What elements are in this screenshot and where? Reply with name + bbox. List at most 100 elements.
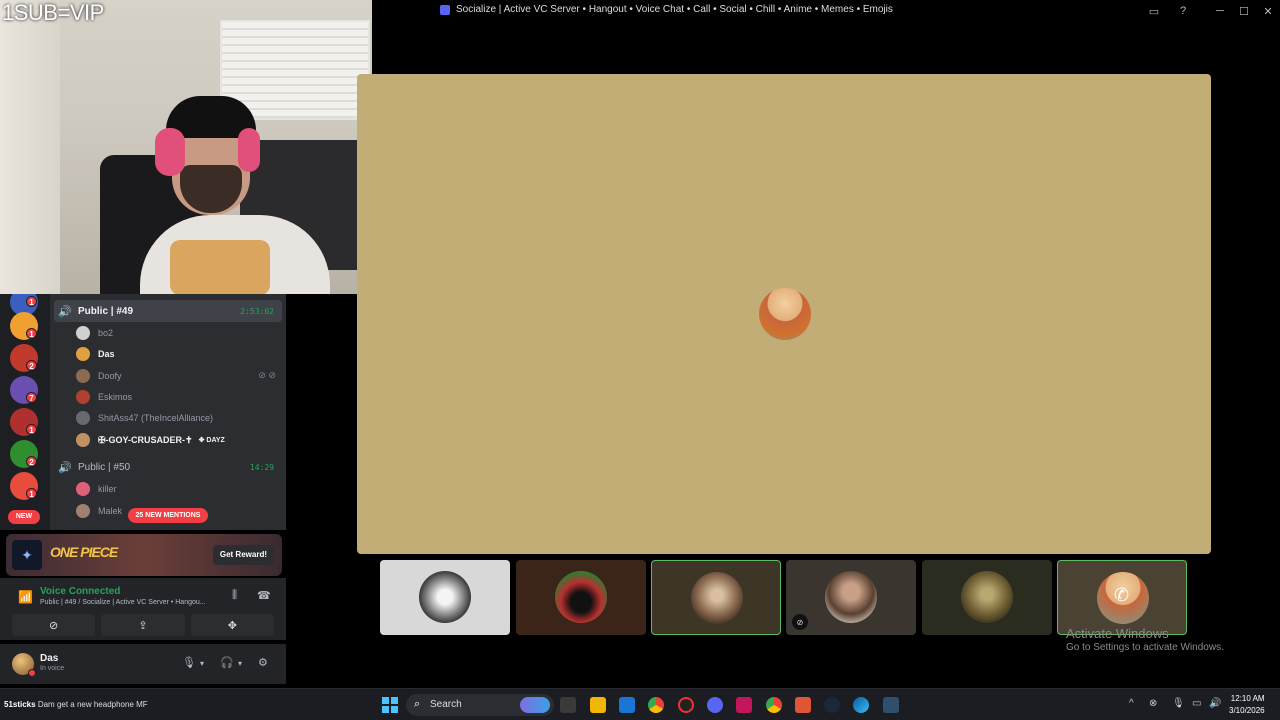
avatar bbox=[76, 390, 90, 404]
phone-icon: ✆ bbox=[1114, 585, 1130, 605]
muted-deafened-icon: ⊘ ⊘ bbox=[258, 370, 276, 380]
help-icon[interactable]: ? bbox=[1176, 4, 1190, 18]
clock-time: 12:10 AM bbox=[1230, 694, 1265, 703]
badge: 1 bbox=[26, 424, 37, 435]
new-mentions-pill[interactable]: 25 NEW MENTIONS bbox=[128, 508, 208, 523]
participant-tile[interactable]: ⊘ bbox=[786, 560, 916, 635]
screen: 1SUB=VIP Socialize | Active VC Server • … bbox=[0, 0, 1280, 720]
chevron-up-icon[interactable]: ^ bbox=[1129, 698, 1134, 709]
badge: 1 bbox=[26, 488, 37, 499]
microphone-icon[interactable]: 🎙 bbox=[1172, 698, 1185, 709]
maximize-button[interactable]: ☐ bbox=[1232, 0, 1256, 22]
member-name: ShitAss47 (TheIncelAlliance) bbox=[98, 413, 214, 423]
search-highlight-icon bbox=[520, 697, 550, 713]
voice-member[interactable]: killer bbox=[76, 479, 117, 499]
ticker-message: Dam get a new headphone MF bbox=[37, 700, 148, 709]
video-stage[interactable] bbox=[357, 74, 1211, 554]
server-icon bbox=[440, 4, 450, 15]
server-rail: 1 1 2 7 1 2 1 bbox=[0, 294, 50, 530]
chevron-down-icon[interactable]: ▾ bbox=[238, 659, 242, 668]
title-bar: Socialize | Active VC Server • Hangout •… bbox=[372, 0, 1280, 22]
voice-member[interactable]: ShitAss47 (TheIncelAlliance) bbox=[76, 408, 213, 428]
wall bbox=[0, 0, 60, 294]
close-button[interactable]: ✕ bbox=[1256, 0, 1280, 22]
system-clock[interactable]: 12:10 AM 3/10/2026 bbox=[1229, 693, 1265, 717]
voice-member[interactable]: Eskimos bbox=[76, 387, 132, 407]
speaker-icon: 🔊 bbox=[58, 461, 72, 474]
badge: 1 bbox=[26, 328, 37, 339]
disconnect-icon[interactable]: ☎ bbox=[257, 589, 271, 602]
avatar bbox=[76, 433, 90, 447]
app-icon[interactable] bbox=[795, 697, 811, 713]
taskbar: 51sticks Dam get a new headphone MF ⌕ Se… bbox=[0, 688, 1280, 720]
participant-tile[interactable]: ✆ bbox=[1057, 560, 1187, 635]
avatar bbox=[961, 571, 1013, 623]
microphone-icon[interactable]: 🎙 bbox=[182, 656, 196, 669]
voice-status[interactable]: Voice Connected bbox=[40, 586, 120, 597]
channel-name: Public | #50 bbox=[78, 461, 131, 473]
voice-member[interactable]: Das bbox=[76, 344, 115, 364]
member-tag: ✥ DAYZ bbox=[198, 437, 225, 444]
focused-user-avatar bbox=[759, 288, 811, 340]
get-reward-button[interactable]: Get Reward! bbox=[212, 545, 274, 565]
avatar bbox=[76, 411, 90, 425]
gear-icon[interactable]: ⚙ bbox=[258, 656, 268, 669]
start-button[interactable] bbox=[382, 697, 398, 713]
file-explorer-icon[interactable] bbox=[590, 697, 606, 713]
store-icon[interactable] bbox=[619, 697, 635, 713]
voice-member[interactable]: ✠-GOY-CRUSADER-✝ ✥ DAYZ bbox=[76, 430, 225, 450]
activate-windows-watermark: Activate Windows bbox=[1066, 626, 1169, 641]
avatar bbox=[76, 504, 90, 518]
participant-tile[interactable] bbox=[380, 560, 510, 635]
activities-button[interactable]: ✥ bbox=[190, 614, 274, 636]
steam-icon[interactable] bbox=[824, 697, 840, 713]
voice-actions: ⊘ ⇪ ✥ bbox=[12, 614, 274, 636]
member-name: bo2 bbox=[98, 328, 114, 338]
screen-share-icon[interactable]: ▭ bbox=[1147, 4, 1161, 18]
edge-icon[interactable] bbox=[853, 697, 869, 713]
voice-member[interactable]: Doofy bbox=[76, 366, 122, 386]
app-icon[interactable] bbox=[883, 697, 899, 713]
username[interactable]: Das bbox=[40, 653, 58, 664]
webcam-overlay: 1SUB=VIP bbox=[0, 0, 372, 294]
new-servers-pill[interactable]: NEW bbox=[8, 510, 40, 524]
member-name: Doofy bbox=[98, 371, 122, 381]
promo-banner: ✦ ONE PIECE Get Reward! bbox=[6, 534, 282, 576]
share-screen-button[interactable]: ⇪ bbox=[101, 614, 185, 636]
voice-member[interactable]: bo2 bbox=[76, 323, 113, 343]
voice-channel-49[interactable]: 🔊 Public | #49 2:53:02 bbox=[54, 300, 282, 322]
noise-suppression-icon[interactable]: ⫼ bbox=[232, 589, 237, 602]
voice-location[interactable]: Public | #49 / Socialize | Active VC Ser… bbox=[40, 599, 206, 606]
webcam-watermark: 1SUB=VIP bbox=[2, 0, 104, 25]
ticker-user: 51sticks bbox=[4, 700, 36, 709]
taskbar-search[interactable]: ⌕ Search bbox=[406, 694, 554, 716]
headphones-icon[interactable]: 🎧 bbox=[220, 656, 234, 669]
minimize-button[interactable]: ─ bbox=[1208, 0, 1232, 22]
channel-name: Public | #49 bbox=[78, 305, 134, 317]
adobe-icon[interactable] bbox=[736, 697, 752, 713]
network-icon[interactable]: ⊗ bbox=[1149, 698, 1157, 709]
chrome-icon[interactable] bbox=[648, 697, 664, 713]
participant-tile[interactable] bbox=[922, 560, 1052, 635]
avatar bbox=[555, 571, 607, 623]
window-title-text: Socialize | Active VC Server • Hangout •… bbox=[456, 4, 893, 15]
avatar bbox=[825, 571, 877, 623]
member-name: Malek bbox=[98, 506, 123, 516]
participant-tile[interactable] bbox=[516, 560, 646, 635]
window-controls: ─ ☐ ✕ bbox=[1208, 0, 1280, 22]
obs-icon[interactable] bbox=[678, 697, 694, 713]
signal-icon[interactable]: 📶 bbox=[18, 590, 33, 604]
task-view-icon[interactable] bbox=[560, 697, 576, 713]
badge: 1 bbox=[26, 296, 37, 307]
chrome-icon[interactable] bbox=[766, 697, 782, 713]
discord-icon[interactable] bbox=[707, 697, 723, 713]
display-icon[interactable]: ▭ bbox=[1192, 698, 1201, 709]
participant-tile[interactable] bbox=[651, 560, 781, 635]
voice-member[interactable]: Malek bbox=[76, 501, 122, 521]
search-label: Search bbox=[430, 699, 462, 710]
camera-off-button[interactable]: ⊘ bbox=[12, 614, 96, 636]
chevron-down-icon[interactable]: ▾ bbox=[200, 659, 204, 668]
volume-icon[interactable]: 🔊 bbox=[1209, 698, 1221, 709]
voice-channel-50[interactable]: 🔊 Public | #50 14:29 bbox=[54, 456, 282, 478]
avatar bbox=[419, 571, 471, 623]
